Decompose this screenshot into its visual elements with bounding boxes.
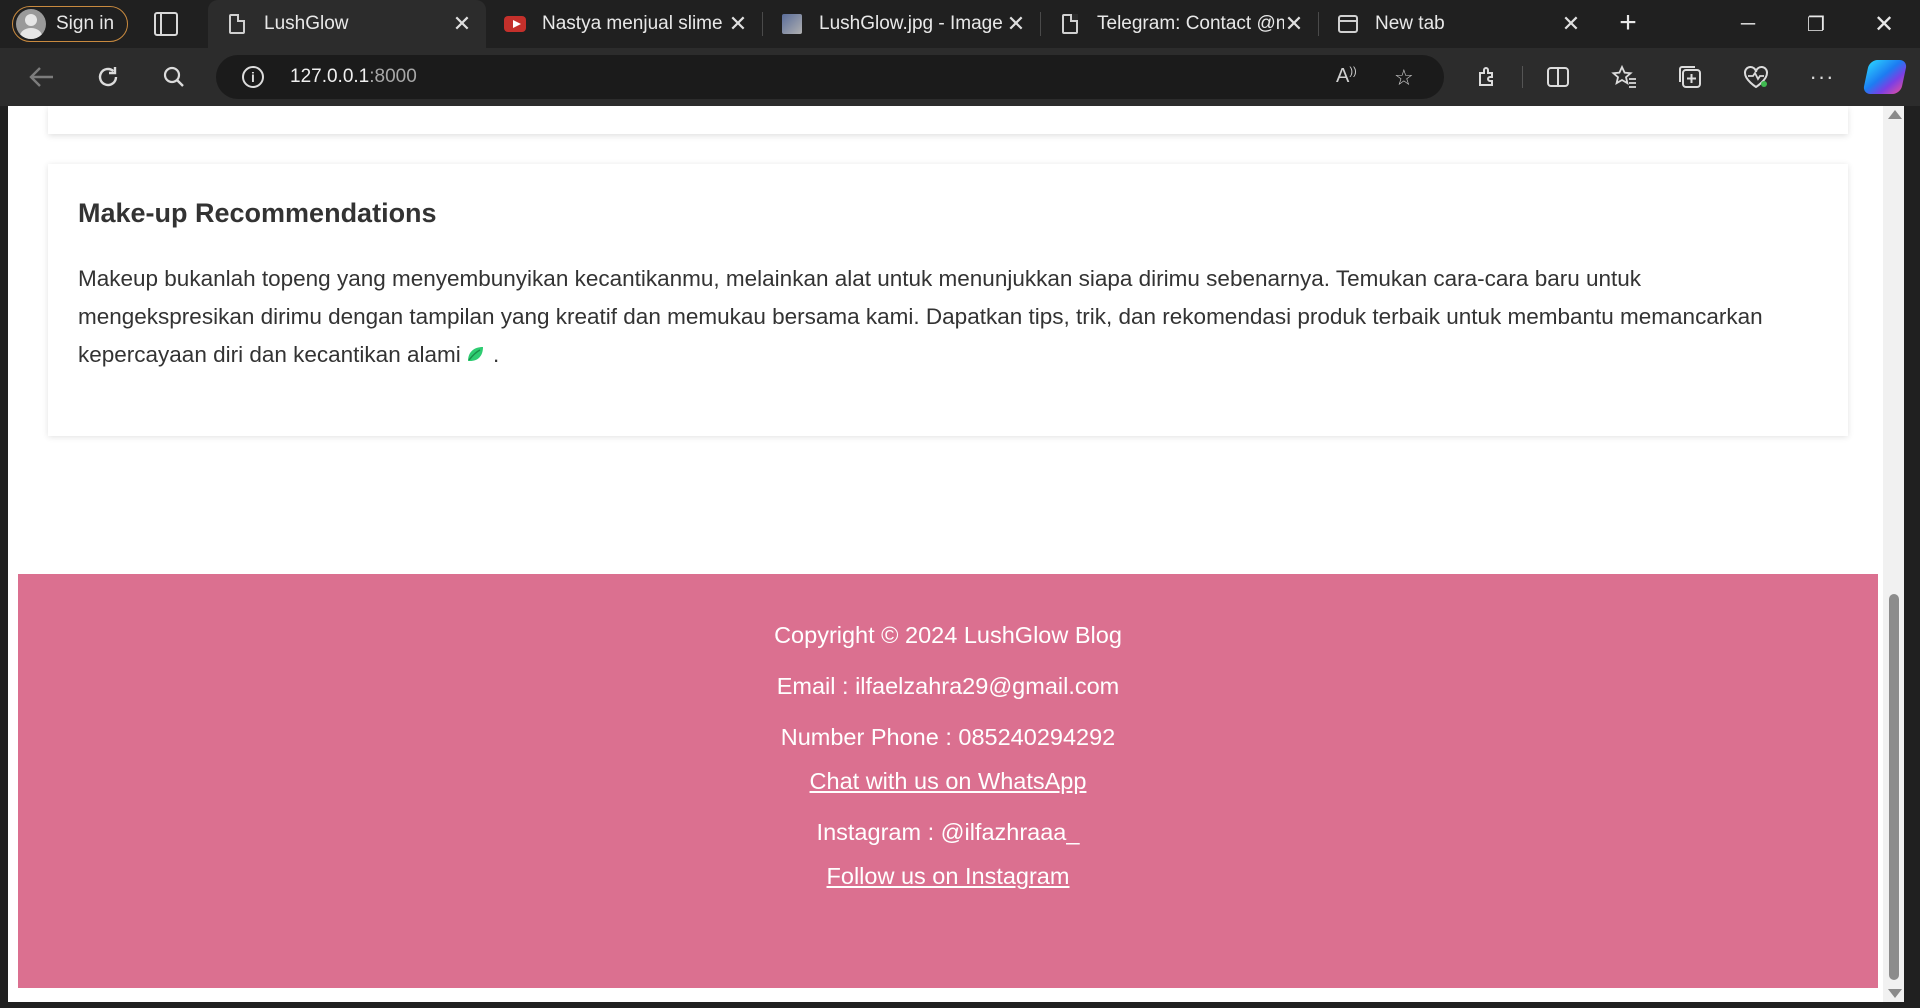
search-button[interactable] — [158, 61, 190, 93]
tab-actions-icon[interactable] — [154, 12, 178, 36]
close-tab-icon[interactable]: ✕ — [728, 11, 748, 37]
tab-title: LushGlow.jpg - Image — [819, 13, 1003, 34]
browser-essentials-icon[interactable] — [1740, 61, 1772, 93]
tab-lushglow[interactable]: LushGlow ✕ — [208, 0, 486, 48]
sign-in-label: Sign in — [56, 13, 115, 34]
collections-icon[interactable] — [1674, 61, 1706, 93]
close-tab-icon[interactable]: ✕ — [1284, 11, 1304, 37]
url-port: :8000 — [369, 66, 417, 87]
youtube-icon — [504, 13, 526, 35]
read-aloud-icon[interactable]: A)) — [1336, 65, 1357, 88]
site-footer: Copyright © 2024 LushGlow Blog Email : i… — [18, 574, 1878, 988]
url-text[interactable]: 127.0.0.1:8000 — [290, 66, 417, 88]
tab-title: Nastya menjual slime d — [542, 13, 728, 34]
refresh-button[interactable] — [92, 61, 124, 93]
footer-instagram: Instagram : @ilfazhraaa_ — [816, 819, 1080, 845]
previous-card — [48, 106, 1848, 134]
tab-youtube[interactable]: Nastya menjual slime d ✕ — [486, 0, 762, 48]
page-icon — [1059, 13, 1081, 35]
scroll-up-arrow-icon[interactable] — [1888, 110, 1902, 119]
favorite-star-icon[interactable]: ☆ — [1394, 65, 1414, 91]
tab-title: New tab — [1375, 13, 1445, 34]
extensions-icon[interactable] — [1472, 61, 1504, 93]
makeup-recommendations-card: Make-up Recommendations Makeup bukanlah … — [48, 164, 1848, 436]
new-tab-icon — [1337, 13, 1359, 35]
page-icon — [226, 13, 248, 35]
section-heading: Make-up Recommendations — [78, 198, 437, 228]
close-window-button[interactable]: ✕ — [1854, 0, 1914, 48]
close-tab-icon[interactable]: ✕ — [452, 11, 472, 37]
minimize-button[interactable]: ─ — [1718, 0, 1778, 48]
leaf-icon — [465, 338, 483, 361]
section-body-end: . — [486, 342, 500, 367]
tab-strip: Sign in LushGlow ✕ Nastya menjual slime … — [0, 0, 1920, 48]
url-host: 127.0.0.1 — [290, 66, 370, 87]
close-tab-icon[interactable]: ✕ — [1561, 11, 1581, 37]
back-button[interactable] — [26, 61, 58, 93]
copilot-icon[interactable] — [1862, 60, 1908, 94]
scroll-down-arrow-icon[interactable] — [1888, 989, 1902, 998]
site-info-icon[interactable]: i — [242, 66, 264, 88]
tab-title: Telegram: Contact @m — [1097, 13, 1284, 34]
address-bar[interactable]: i 127.0.0.1:8000 A)) ☆ — [216, 55, 1444, 99]
tab-new-tab[interactable]: New tab ✕ — [1319, 0, 1595, 48]
tab-title: LushGlow — [264, 13, 349, 34]
more-menu-icon[interactable]: ··· — [1806, 61, 1838, 93]
tab-image[interactable]: LushGlow.jpg - Image ✕ — [763, 0, 1040, 48]
avatar-icon — [16, 9, 46, 39]
tab-telegram[interactable]: Telegram: Contact @m ✕ — [1041, 0, 1318, 48]
scrollbar-thumb[interactable] — [1889, 594, 1899, 980]
section-body-text: Makeup bukanlah topeng yang menyembunyik… — [78, 266, 1763, 367]
toolbar-divider — [1522, 66, 1523, 88]
footer-phone: Number Phone : 085240294292 — [780, 724, 1116, 750]
image-icon — [781, 13, 803, 35]
page-scrollbar[interactable] — [1883, 106, 1904, 1002]
instagram-link[interactable]: Follow us on Instagram — [827, 863, 1070, 889]
split-screen-icon[interactable] — [1542, 61, 1574, 93]
footer-email: Email : ilfaelzahra29@gmail.com — [776, 673, 1120, 699]
restore-button[interactable]: ❐ — [1786, 0, 1846, 48]
section-body: Makeup bukanlah topeng yang menyembunyik… — [78, 260, 1818, 374]
close-tab-icon[interactable]: ✕ — [1006, 11, 1026, 37]
footer-copyright: Copyright © 2024 LushGlow Blog — [774, 622, 1122, 648]
whatsapp-link[interactable]: Chat with us on WhatsApp — [810, 768, 1087, 794]
profile-sign-in-button[interactable]: Sign in — [12, 6, 128, 42]
page-viewport: Make-up Recommendations Makeup bukanlah … — [8, 106, 1883, 1002]
browser-toolbar: i 127.0.0.1:8000 A)) ☆ ··· — [0, 48, 1920, 106]
favorites-icon[interactable] — [1608, 61, 1640, 93]
new-tab-button[interactable]: + — [1612, 8, 1644, 40]
